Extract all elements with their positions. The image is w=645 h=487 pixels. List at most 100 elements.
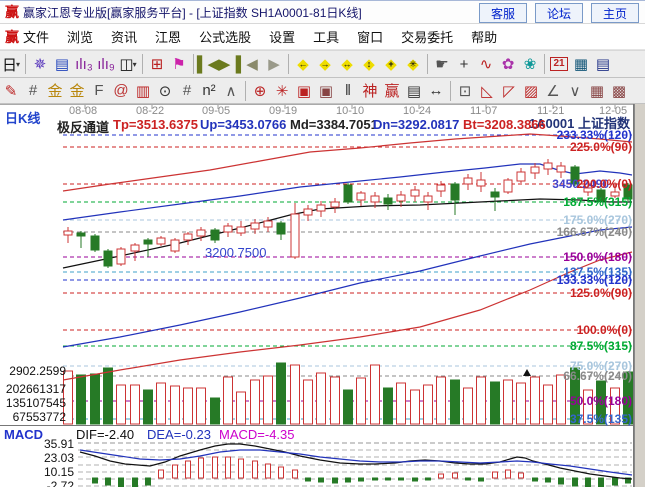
volume-bar (424, 385, 433, 424)
volume-bar (171, 386, 180, 424)
candle-body (237, 227, 245, 233)
volume-bar (77, 375, 86, 424)
macd-histogram-bar (439, 474, 444, 478)
volume-bar (357, 378, 366, 424)
macd-histogram-bar (359, 478, 364, 481)
macd-histogram-bar (293, 470, 298, 478)
macd-histogram-bar (346, 478, 351, 482)
date-axis-label: 08-22 (136, 105, 164, 117)
macd-histogram-bar (226, 457, 231, 478)
volume-bar (464, 388, 473, 424)
gann-level-label: 87.5%(315) (570, 339, 632, 353)
volume-bar (451, 380, 460, 424)
channel-low-price-label: 3200.7500 (205, 245, 266, 260)
volume-bar (264, 376, 273, 424)
up-value-label: Up=3453.0766 (200, 117, 286, 132)
volume-bar (531, 377, 540, 424)
macd-histogram-bar (586, 478, 591, 487)
candle-body (224, 226, 232, 232)
vertical-scrollbar[interactable] (634, 104, 645, 487)
macd-histogram-bar (239, 459, 244, 478)
gann-level-label: 166.67%(240) (557, 225, 632, 239)
macd-scale-value: 35.91 (4, 437, 74, 451)
volume-bar (317, 373, 326, 424)
macd-histogram-bar (159, 470, 164, 478)
macd-histogram-bar (133, 478, 138, 487)
volume-bar (211, 398, 220, 424)
candle-body (91, 236, 99, 250)
candle-body (357, 193, 365, 200)
macd-histogram-bar (613, 478, 618, 485)
candle-body (264, 221, 272, 227)
macd-histogram-bar (279, 467, 284, 478)
volume-bar (477, 377, 486, 424)
macd-histogram-bar (199, 458, 204, 478)
candle-body (504, 180, 512, 192)
date-axis-label: 11-21 (537, 105, 564, 117)
macd-histogram-bar (546, 478, 551, 482)
chart-marker-triangle (523, 369, 531, 376)
volume-bar (237, 392, 246, 424)
candle-body (131, 245, 139, 251)
candle-body (304, 209, 312, 215)
volume-bar (144, 390, 153, 424)
candle-body (211, 230, 219, 240)
volume-bar (544, 385, 553, 424)
macd-histogram-bar (173, 465, 178, 478)
macd-histogram-bar (333, 478, 338, 483)
candle-body (197, 230, 205, 236)
volume-bar (437, 377, 446, 424)
macd-histogram-bar (506, 470, 511, 478)
candle-body (144, 240, 152, 244)
volume-bar (291, 365, 300, 424)
gann-level-label: 50.0%(180) (570, 394, 632, 408)
bt-value-label: Bt=3208.3866 (463, 117, 546, 132)
macd-scale-value: -2.72 (4, 479, 74, 487)
candle-body (464, 178, 472, 184)
gann-level-label: 225.0%(90) (570, 140, 632, 154)
volume-bar (224, 377, 233, 424)
dn-value-label: Dn=3292.0817 (373, 117, 459, 132)
macd-histogram-bar (399, 478, 404, 480)
candle-body (64, 231, 72, 235)
macd-histogram-bar (93, 478, 98, 483)
gann-level-label: 150.0%(180) (563, 250, 632, 264)
tp-value-label: Tp=3513.6375 (113, 117, 198, 132)
candle-body (277, 223, 285, 234)
md-value-label: Md=3384.7051 (290, 117, 378, 132)
volume-bar (411, 390, 420, 424)
macd-histogram-bar (373, 478, 378, 480)
candle-body (451, 184, 459, 200)
candle-body (344, 185, 352, 202)
macd-histogram-bar (213, 457, 218, 478)
volume-bar (517, 383, 526, 424)
period-label: 日K线 (5, 108, 40, 127)
candle-body (184, 234, 192, 240)
macd-histogram-bar (599, 478, 604, 487)
gann-level-label: 37.5%(135) (570, 412, 632, 426)
volume-bar (304, 380, 313, 424)
gann-level-label: 125.0%(90) (570, 286, 632, 300)
candle-body (557, 166, 565, 172)
candle-body (424, 196, 432, 202)
left-scale-value: 135107545 (4, 396, 66, 410)
macd-histogram-bar (119, 478, 124, 487)
candle-body (117, 249, 125, 264)
volume-bar (131, 385, 140, 424)
gann-level-label: 133.33%(120) (557, 273, 632, 287)
macd-histogram-bar (466, 478, 471, 480)
volume-bar (197, 388, 206, 424)
macd-histogram-bar (493, 472, 498, 478)
candle-body (491, 192, 499, 197)
date-axis-label: 11-07 (470, 105, 497, 117)
gann-level-label: 66.67%(240) (563, 369, 632, 383)
macd-scale-value: 23.03 (4, 451, 74, 465)
macd-histogram-bar (413, 478, 418, 481)
date-axis-label: 12-05 (599, 105, 627, 117)
gann-level-label: 200.0%(0) (577, 177, 632, 191)
macd-hist-value: MACD=-4.35 (219, 427, 295, 442)
volume-bar (117, 385, 126, 424)
volume-bar (344, 390, 353, 424)
macd-dif-value: DIF=-2.40 (76, 427, 134, 442)
candle-body (317, 205, 325, 211)
